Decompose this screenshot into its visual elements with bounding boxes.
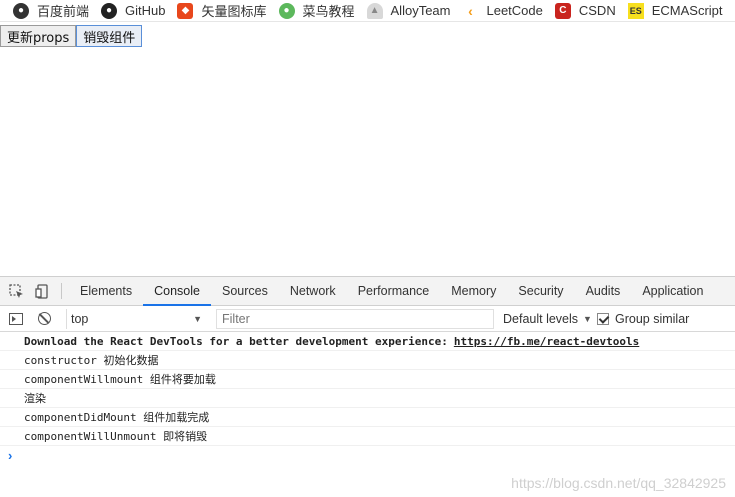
console-message: componentWillmount 组件将要加载 [0, 370, 735, 389]
clear-console-button[interactable] [30, 306, 58, 332]
sidebar-icon [9, 312, 23, 325]
console-output: Download the React DevTools for a better… [0, 332, 735, 464]
clear-icon [37, 312, 51, 325]
bookmark-label: LeetCode [486, 3, 543, 18]
page-content: 更新props 销毁组件 [0, 25, 143, 47]
bookmark-csdn[interactable]: C CSDN [554, 0, 616, 21]
show-sidebar-button[interactable] [2, 306, 30, 332]
tab-security[interactable]: Security [507, 277, 574, 306]
bookmark-runoob[interactable]: ● 菜鸟教程 [278, 0, 355, 21]
tab-performance[interactable]: Performance [347, 277, 441, 306]
context-selector[interactable]: top ▼ [66, 308, 206, 329]
filter-input[interactable] [216, 309, 494, 329]
group-similar-label: Group similar [615, 312, 690, 326]
es-icon: ES [627, 2, 644, 19]
csdn-icon: C [554, 2, 571, 19]
bookmark-label: CSDN [578, 3, 616, 18]
console-message: constructor 初始化数据 [0, 351, 735, 370]
bookmark-label: GitHub [125, 3, 166, 18]
devtools-tabbar: Elements Console Sources Network Perform… [0, 277, 735, 306]
github-icon: ● [101, 2, 118, 19]
console-message: componentWillUnmount 即将销毁 [0, 427, 735, 446]
iconfont-icon: ◆ [177, 2, 194, 19]
log-levels-dropdown[interactable]: Default levels ▼ [503, 306, 592, 332]
prompt-chevron-icon: › [8, 447, 13, 463]
destroy-component-button[interactable]: 销毁组件 [76, 25, 143, 47]
console-message: Download the React DevTools for a better… [0, 332, 735, 351]
console-prompt[interactable]: › [0, 446, 735, 464]
tab-console[interactable]: Console [143, 277, 211, 306]
tab-network[interactable]: Network [279, 277, 347, 306]
device-toolbar-icon[interactable] [29, 277, 55, 306]
context-value: top [71, 311, 89, 326]
bookmarks-bar: ● 百度前端 ● GitHub ◆ 矢量图标库 ● 菜鸟教程 ▲ AlloyTe… [0, 0, 735, 22]
watermark: https://blog.csdn.net/qq_32842925 [511, 475, 726, 491]
bookmark-label: 菜鸟教程 [302, 4, 355, 19]
console-toolbar: top ▼ Default levels ▼ Group similar [0, 306, 735, 332]
divider [61, 283, 62, 299]
bookmark-leetcode[interactable]: ‹ LeetCode [462, 0, 543, 21]
tab-sources[interactable]: Sources [211, 277, 279, 306]
devtools-panel: Elements Console Sources Network Perform… [0, 276, 735, 497]
bookmark-label: 百度前端 [37, 4, 90, 19]
bookmark-baidu-fe[interactable]: ● 百度前端 [13, 0, 90, 21]
tab-application[interactable]: Application [631, 277, 714, 306]
tab-elements[interactable]: Elements [69, 277, 143, 306]
bookmark-github[interactable]: ● GitHub [101, 0, 166, 21]
runoob-icon: ● [278, 2, 295, 19]
bookmark-alloyteam[interactable]: ▲ AlloyTeam [366, 0, 451, 21]
tab-audits[interactable]: Audits [575, 277, 632, 306]
log-levels-label: Default levels [503, 312, 579, 326]
update-props-button[interactable]: 更新props [0, 25, 77, 47]
group-similar-toggle[interactable]: Group similar [597, 306, 689, 332]
checkbox-icon[interactable] [597, 313, 609, 325]
chevron-down-icon: ▼ [583, 314, 592, 324]
console-message: 渲染 [0, 389, 735, 408]
bookmark-label: ECMAScript [651, 3, 723, 18]
react-devtools-notice: Download the React DevTools for a better… [24, 334, 448, 348]
baidu-paw-icon: ● [13, 2, 29, 19]
inspect-element-icon[interactable] [3, 277, 29, 306]
bookmark-iconfont[interactable]: ◆ 矢量图标库 [177, 0, 267, 21]
bookmark-ecmascript[interactable]: ES ECMAScript [627, 0, 723, 21]
tab-memory[interactable]: Memory [440, 277, 507, 306]
bookmark-label: AlloyTeam [390, 3, 451, 18]
react-devtools-link[interactable]: https://fb.me/react-devtools [454, 335, 639, 348]
alloyteam-icon: ▲ [366, 2, 383, 19]
leetcode-icon: ‹ [468, 2, 473, 19]
chevron-down-icon: ▼ [193, 313, 202, 324]
console-message: componentDidMount 组件加载完成 [0, 408, 735, 427]
bookmark-label: 矢量图标库 [201, 4, 267, 19]
